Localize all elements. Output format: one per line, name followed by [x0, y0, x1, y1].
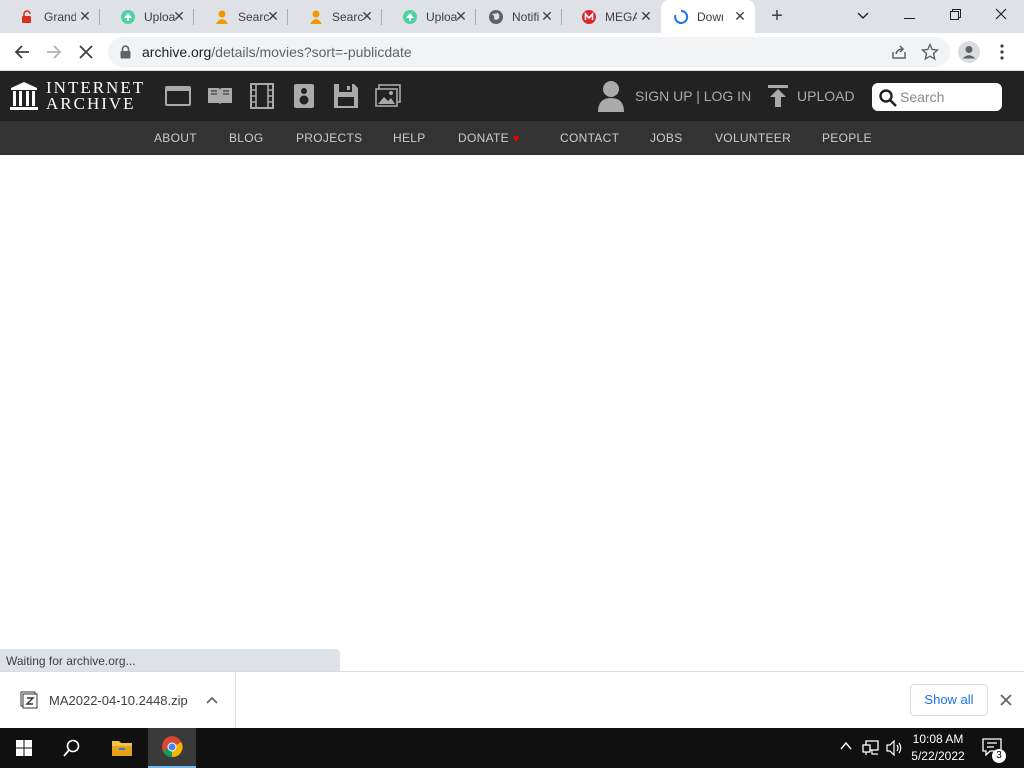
close-icon[interactable]: ✕	[78, 9, 92, 23]
chevron-up-icon[interactable]	[205, 694, 219, 706]
ia-temple-icon	[10, 82, 38, 110]
download-item[interactable]: MA2022-04-10.2448.zip	[0, 672, 236, 728]
minimize-button[interactable]	[894, 4, 924, 26]
tab-1[interactable]: Grand ✕	[0, 0, 100, 33]
close-icon[interactable]: ✕	[454, 9, 468, 23]
show-all-button[interactable]: Show all	[910, 684, 988, 716]
upload-green-icon	[402, 9, 418, 25]
clock-time: 10:08 AM	[912, 732, 964, 746]
windows-start-button[interactable]	[0, 728, 48, 768]
search-input[interactable]: Search	[900, 89, 944, 105]
network-icon[interactable]	[862, 740, 880, 756]
nav-help[interactable]: HELP	[393, 131, 426, 145]
upload-green-icon	[120, 9, 136, 25]
tab-label: Down	[697, 9, 723, 24]
signup-login-link[interactable]: SIGN UP | LOG IN	[635, 88, 751, 104]
upload-link[interactable]: UPLOAD	[797, 88, 855, 104]
status-bubble: Waiting for archive.org...	[0, 649, 340, 671]
tab-6[interactable]: Notifi ✕	[468, 0, 562, 33]
speaker-icon[interactable]	[291, 83, 317, 109]
page-content	[0, 155, 1024, 671]
nav-volunteer[interactable]: VOLUNTEER	[715, 131, 791, 145]
close-icon[interactable]: ✕	[540, 9, 554, 23]
close-window-button[interactable]	[986, 4, 1016, 26]
address-bar[interactable]: archive.org/details/movies?sort=-publicd…	[108, 37, 950, 67]
share-icon[interactable]	[890, 43, 908, 61]
tab-4[interactable]: Searc ✕	[288, 0, 382, 33]
stop-loading-button[interactable]	[75, 41, 97, 63]
menu-kebab-icon[interactable]	[991, 41, 1013, 63]
forward-button[interactable]	[43, 41, 65, 63]
upload-icon[interactable]	[768, 85, 788, 107]
close-shelf-icon[interactable]	[998, 692, 1014, 708]
lock-icon[interactable]	[120, 45, 131, 64]
taskbar: 10:08 AM 5/22/2022	[0, 728, 1024, 768]
browser-toolbar: archive.org/details/movies?sort=-publicd…	[0, 33, 1024, 71]
download-filename[interactable]: MA2022-04-10.2448.zip	[49, 693, 188, 708]
tab-search-button[interactable]	[848, 4, 878, 26]
download-shelf: MA2022-04-10.2448.zip Show all	[0, 671, 1024, 728]
heart-icon: ♥	[512, 133, 520, 145]
film-icon[interactable]	[249, 83, 275, 109]
nav-projects[interactable]: PROJECTS	[296, 131, 362, 145]
user-icon[interactable]	[596, 80, 626, 112]
zip-file-icon	[20, 691, 38, 709]
tab-3[interactable]: Searc ✕	[194, 0, 288, 33]
close-icon[interactable]: ✕	[360, 9, 374, 23]
volume-icon[interactable]	[886, 740, 904, 756]
close-icon[interactable]: ✕	[172, 9, 186, 23]
bookmark-star-icon[interactable]	[920, 42, 940, 61]
lock-red-icon	[20, 9, 36, 25]
tab-8-active[interactable]: Down ✕	[661, 0, 755, 33]
nav-blog[interactable]: BLOG	[229, 131, 264, 145]
tab-2[interactable]: Uploa ✕	[100, 0, 194, 33]
nav-donate[interactable]: DONATE ♥	[458, 131, 520, 145]
person-orange-icon	[214, 9, 230, 25]
logo-line2: ARCHIVE	[46, 94, 136, 113]
restore-button[interactable]	[940, 4, 970, 26]
clock-date: 5/22/2022	[911, 749, 965, 763]
close-icon[interactable]: ✕	[639, 9, 653, 23]
tab-7[interactable]: MEGA ✕	[561, 0, 661, 33]
file-explorer-icon[interactable]	[98, 728, 146, 768]
person-orange-icon	[308, 9, 324, 25]
mega-icon	[581, 9, 597, 25]
notification-count-badge: 3	[992, 749, 1006, 763]
new-tab-button[interactable]: +	[767, 6, 787, 26]
tab-strip: Grand ✕ Uploa ✕ Searc ✕ Searc ✕ Uploa ✕ …	[0, 0, 1024, 33]
images-icon[interactable]	[375, 83, 401, 109]
ia-logo[interactable]: INTERNET ARCHIVE	[10, 79, 145, 113]
close-icon[interactable]: ✕	[733, 9, 747, 23]
globe-icon	[488, 9, 504, 25]
web-icon[interactable]	[165, 83, 191, 109]
url-text[interactable]: archive.org/details/movies?sort=-publicd…	[142, 44, 412, 60]
tab-label: Grand	[44, 9, 76, 24]
profile-avatar[interactable]	[958, 41, 980, 63]
nav-about[interactable]: ABOUT	[154, 131, 197, 145]
search-icon[interactable]	[879, 89, 897, 107]
book-icon[interactable]	[207, 83, 233, 109]
nav-jobs[interactable]: JOBS	[650, 131, 683, 145]
taskbar-search-icon[interactable]	[48, 728, 96, 768]
loading-spinner-icon	[673, 9, 689, 25]
tray-chevron-up-icon[interactable]	[839, 740, 853, 752]
nav-contact[interactable]: CONTACT	[560, 131, 619, 145]
chrome-taskbar-icon[interactable]	[148, 728, 196, 768]
nav-donate-label: DONATE	[458, 131, 509, 145]
taskbar-clock[interactable]: 10:08 AM 5/22/2022	[906, 731, 970, 765]
close-icon[interactable]: ✕	[266, 9, 280, 23]
tab-5[interactable]: Uploa ✕	[382, 0, 476, 33]
ia-nav-bar: ABOUT BLOG PROJECTS HELP DONATE ♥ CONTACT…	[0, 121, 1024, 155]
back-button[interactable]	[11, 41, 33, 63]
ia-search-box[interactable]: Search	[872, 83, 1002, 111]
nav-people[interactable]: PEOPLE	[822, 131, 872, 145]
ia-header: INTERNET ARCHIVE SIGN UP | LOG IN UPLOAD…	[0, 71, 1024, 121]
floppy-disk-icon[interactable]	[333, 83, 359, 109]
tab-label: MEGA	[605, 9, 637, 24]
